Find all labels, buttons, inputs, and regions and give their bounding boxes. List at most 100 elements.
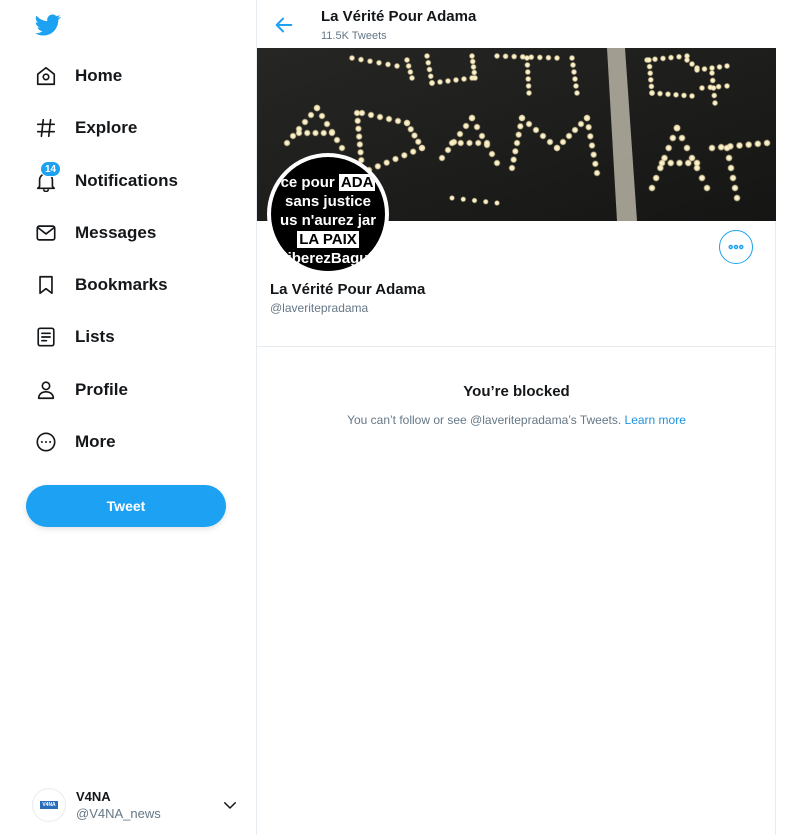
candle-light bbox=[471, 197, 478, 204]
candle-light bbox=[518, 114, 526, 122]
candle-light bbox=[323, 120, 331, 128]
candle-light bbox=[664, 91, 672, 98]
candle-light bbox=[669, 134, 677, 142]
candle-light bbox=[354, 117, 362, 125]
candle-light bbox=[469, 58, 476, 65]
candle-light bbox=[444, 146, 452, 154]
candle-light bbox=[283, 139, 291, 147]
candle-light bbox=[683, 56, 691, 64]
sidebar-item-lists[interactable]: Lists bbox=[22, 315, 127, 359]
candle-light bbox=[318, 112, 326, 120]
sidebar-item-messages[interactable]: Messages bbox=[22, 211, 168, 255]
candle-light bbox=[571, 75, 579, 83]
candle-light bbox=[515, 131, 523, 139]
candle-light bbox=[593, 169, 601, 177]
candle-light bbox=[462, 122, 470, 130]
candle-light bbox=[333, 136, 341, 144]
blocked-title: You’re blocked bbox=[463, 383, 570, 400]
sidebar-item-explore[interactable]: Explore bbox=[22, 106, 149, 150]
candle-light bbox=[356, 148, 365, 156]
candle-light bbox=[403, 119, 411, 127]
candle-light bbox=[354, 125, 363, 133]
candle-light bbox=[648, 83, 655, 90]
sidebar-item-label: Notifications bbox=[75, 171, 178, 190]
candle-light bbox=[723, 82, 731, 90]
candle-light bbox=[449, 195, 455, 201]
profile-avatar[interactable]: ce pour ADA sans justice us n'aurez jar … bbox=[267, 153, 389, 275]
divider bbox=[257, 346, 776, 347]
candle-light bbox=[698, 174, 706, 182]
candle-light bbox=[448, 139, 456, 147]
candle-light bbox=[698, 84, 706, 92]
candle-light bbox=[693, 159, 701, 167]
envelope-icon bbox=[34, 221, 58, 245]
candle-light bbox=[648, 184, 656, 192]
candle-light bbox=[585, 123, 593, 131]
sidebar-item-notifications[interactable]: 14 Notifications bbox=[22, 159, 190, 203]
candle-light bbox=[733, 194, 741, 202]
candle-light bbox=[471, 74, 479, 82]
sidebar-item-home[interactable]: Home bbox=[22, 54, 134, 98]
candle-light bbox=[468, 52, 476, 60]
sidebar-item-label: Bookmarks bbox=[75, 275, 168, 294]
candle-light bbox=[688, 92, 696, 100]
candle-light bbox=[460, 75, 468, 83]
sidebar-item-bookmarks[interactable]: Bookmarks bbox=[22, 263, 180, 307]
sidebar-item-label: Home bbox=[75, 66, 123, 85]
candle-light bbox=[708, 144, 716, 152]
account-switcher[interactable]: V4NA V4NA @V4NA_news bbox=[32, 784, 247, 826]
candle-light bbox=[645, 56, 653, 64]
candle-light bbox=[572, 82, 580, 90]
candle-light bbox=[710, 84, 717, 92]
more-circle-icon bbox=[34, 430, 58, 454]
bell-icon: 14 bbox=[34, 161, 62, 193]
bookmark-icon bbox=[34, 273, 58, 297]
candle-light bbox=[647, 70, 654, 77]
candle-light bbox=[709, 77, 716, 84]
profile-column: La Vérité Pour Adama 11.5K Tweets ce pou… bbox=[257, 0, 776, 835]
twitter-bird-icon[interactable] bbox=[34, 12, 62, 38]
sidebar: Home Explore 14 Notifications Messages B… bbox=[0, 0, 257, 835]
candle-light bbox=[711, 99, 719, 107]
candle-light bbox=[735, 141, 744, 150]
tweet-button[interactable]: Tweet bbox=[26, 485, 226, 527]
tweet-count: 11.5K Tweets bbox=[321, 30, 387, 42]
candle-light bbox=[716, 63, 723, 71]
profile-more-button[interactable] bbox=[719, 230, 753, 264]
person-icon bbox=[34, 378, 58, 402]
more-horizontal-icon bbox=[728, 244, 744, 250]
candle-light bbox=[367, 111, 375, 119]
chevron-down-icon[interactable] bbox=[221, 796, 239, 814]
candle-light bbox=[586, 132, 594, 140]
avatar-text-line: us n'aurez jar bbox=[279, 212, 377, 229]
candle-light bbox=[744, 140, 753, 149]
candle-light bbox=[408, 74, 416, 82]
candle-light bbox=[545, 54, 552, 61]
candle-light bbox=[423, 52, 431, 60]
candle-light bbox=[465, 139, 474, 147]
candle-light bbox=[407, 125, 415, 133]
candle-light bbox=[320, 129, 328, 137]
learn-more-link[interactable]: Learn more bbox=[625, 413, 686, 427]
candle-light bbox=[553, 54, 561, 62]
candle-light bbox=[510, 53, 518, 60]
sidebar-item-more[interactable]: More bbox=[22, 420, 128, 464]
candle-light bbox=[678, 134, 686, 142]
candle-light bbox=[516, 122, 524, 130]
candle-light bbox=[525, 75, 532, 83]
sidebar-item-profile[interactable]: Profile bbox=[22, 368, 140, 412]
avatar: V4NA bbox=[32, 788, 66, 822]
back-arrow-icon[interactable] bbox=[273, 14, 295, 36]
candle-light bbox=[410, 131, 419, 140]
candle-light bbox=[571, 126, 579, 134]
candle-light bbox=[384, 61, 392, 68]
candle-light bbox=[680, 92, 688, 99]
candle-light bbox=[703, 184, 711, 192]
candle-light bbox=[375, 59, 383, 66]
candle-light bbox=[723, 144, 731, 152]
candle-light bbox=[407, 68, 414, 76]
candle-light bbox=[348, 54, 356, 62]
candle-light bbox=[664, 144, 673, 152]
candle-light bbox=[311, 129, 320, 137]
candle-light bbox=[494, 200, 500, 206]
